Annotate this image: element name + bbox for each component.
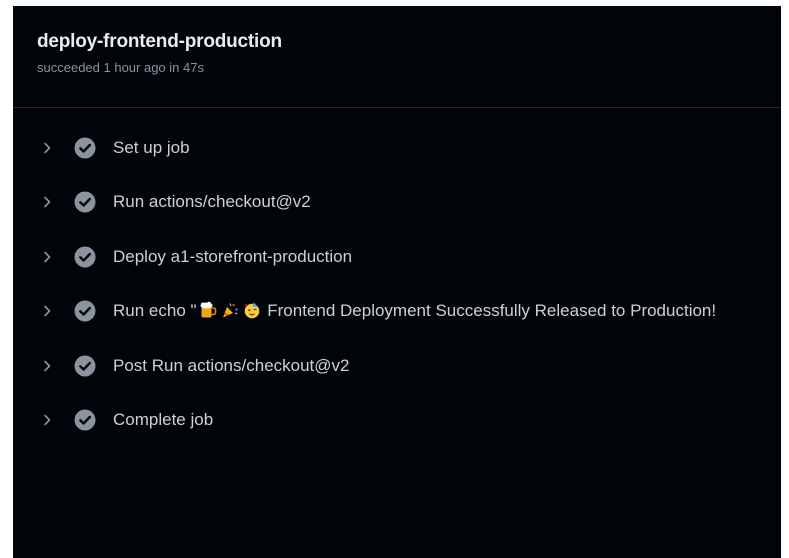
step-set-up-job[interactable]: Set up job — [13, 121, 781, 175]
check-circle-icon — [74, 246, 96, 268]
chevron-right-icon[interactable] — [40, 250, 54, 264]
step-label: Run echo " Frontend Deployment Successfu… — [113, 300, 716, 322]
chevron-right-icon[interactable] — [40, 141, 54, 155]
step-label-suffix: Frontend Deployment Successfully Release… — [262, 301, 717, 321]
chevron-right-icon[interactable] — [40, 195, 54, 209]
check-circle-icon — [74, 300, 96, 322]
job-log-panel: deploy-frontend-production succeeded 1 h… — [13, 6, 781, 558]
check-circle-icon — [74, 191, 96, 213]
beer-mug-emoji-icon — [200, 302, 216, 318]
chevron-right-icon[interactable] — [40, 359, 54, 373]
step-label: Run actions/checkout@v2 — [113, 192, 311, 212]
step-run-checkout[interactable]: Run actions/checkout@v2 — [13, 175, 781, 230]
party-popper-emoji-icon — [222, 303, 238, 318]
step-deploy[interactable]: Deploy a1-storefront-production — [13, 230, 781, 285]
step-label: Set up job — [113, 138, 190, 157]
step-label: Post Run actions/checkout@v2 — [113, 355, 350, 375]
steps-list: Set up job Run actions/checkout@v2 Deplo… — [13, 108, 781, 448]
step-complete-job[interactable]: Complete job — [13, 393, 781, 448]
step-label: Complete job — [113, 410, 214, 430]
check-circle-icon — [74, 409, 96, 431]
step-run-echo[interactable]: Run echo " Frontend Deployment Successfu… — [13, 284, 781, 339]
step-post-run-checkout[interactable]: Post Run actions/checkout@v2 — [13, 339, 781, 394]
step-label-prefix: Run echo " — [113, 301, 197, 321]
step-label: Deploy a1-storefront-production — [113, 246, 353, 266]
job-status-text: succeeded 1 hour ago in 47s — [37, 60, 204, 75]
partying-face-emoji-icon — [244, 302, 259, 319]
chevron-right-icon[interactable] — [40, 413, 54, 427]
chevron-right-icon[interactable] — [40, 304, 54, 318]
job-title: deploy-frontend-production — [37, 31, 282, 52]
check-circle-icon — [74, 137, 96, 159]
check-circle-icon — [74, 355, 96, 377]
job-header: deploy-frontend-production succeeded 1 h… — [13, 6, 781, 108]
